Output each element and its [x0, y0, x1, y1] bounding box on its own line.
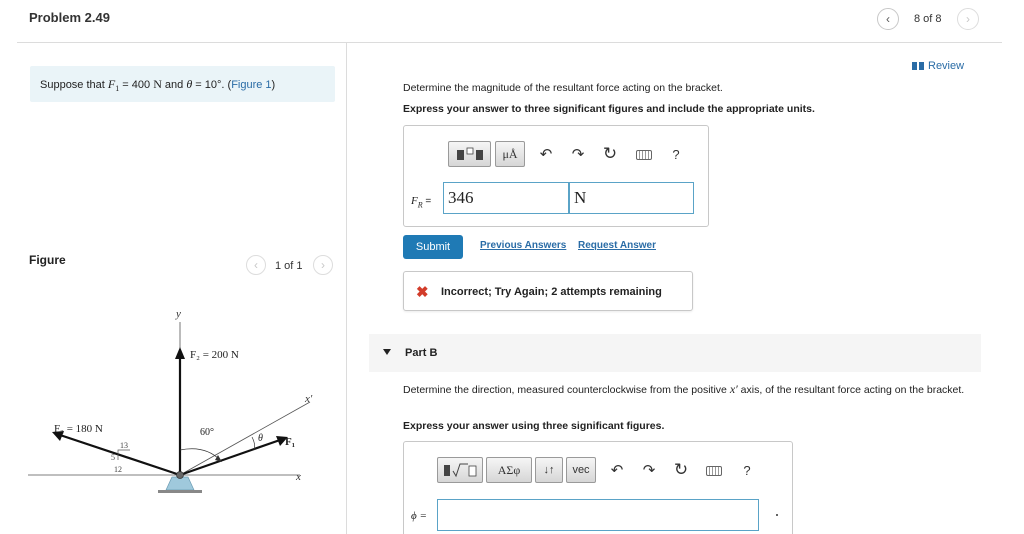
chevron-right-icon: › — [966, 12, 970, 26]
part-b-title: Part B — [405, 347, 438, 359]
f2-arrowhead — [175, 347, 185, 359]
f3-label: F₃ = 180 N — [54, 423, 103, 435]
chevron-left-icon: ‹ — [886, 12, 890, 26]
fr-label-symbol: F — [411, 195, 418, 207]
fr-value-input[interactable]: 346 — [443, 182, 569, 214]
undo-icon[interactable]: ↶ — [538, 146, 554, 163]
pin-joint — [176, 471, 184, 479]
fr-label-equals: = — [422, 196, 432, 207]
part-b-question-post: axis, of the resultant force acting on t… — [737, 384, 965, 396]
figure-link[interactable]: Figure 1 — [231, 79, 271, 91]
undo-icon[interactable]: ↶ — [609, 462, 625, 479]
part-a-instruction: Express your answer to three significant… — [403, 103, 815, 115]
previous-problem-button[interactable]: ‹ — [877, 8, 899, 30]
f1-arrow-shaft — [179, 438, 281, 477]
chevron-right-icon: › — [321, 258, 325, 272]
f2-label: F₂ = 200 N — [190, 349, 239, 361]
x-mark-icon: ✖ — [416, 284, 429, 301]
chevron-left-icon: ‹ — [254, 258, 258, 272]
problem-statement: Suppose that F1 = 400 N and θ = 10°. (Fi… — [30, 66, 335, 102]
fr-units-input[interactable]: N — [569, 182, 694, 214]
problem-page-count: 8 of 8 — [914, 13, 942, 25]
x-axis-label: x — [295, 471, 301, 483]
part-b-question: Determine the direction, measured counte… — [403, 383, 973, 397]
statement-text: Suppose that F1 = 400 N and θ = 10°. (Fi… — [40, 77, 275, 93]
f1-unit: N — [153, 77, 162, 91]
figure-count: 1 of 1 — [275, 260, 303, 272]
figure-next-button[interactable]: › — [313, 255, 333, 275]
statement-suffix: ) — [271, 79, 276, 91]
figure-previous-button[interactable]: ‹ — [246, 255, 266, 275]
redo-icon[interactable]: ↷ — [641, 462, 657, 479]
theta-arc — [251, 436, 256, 451]
input-marker — [776, 514, 778, 516]
statement-prefix: Suppose that — [40, 79, 108, 91]
angle-60-label: 60° — [200, 427, 214, 438]
part-a-question: Determine the magnitude of the resultant… — [403, 82, 723, 94]
triangle-13-label: 13 — [120, 441, 128, 450]
bracket-base — [158, 490, 202, 493]
review-label: Review — [928, 60, 965, 72]
review-icon — [912, 62, 924, 70]
statement-and: and — [161, 79, 187, 91]
reset-icon[interactable]: ↻ — [673, 460, 689, 479]
figure-label: Figure — [29, 253, 66, 267]
keyboard-icon[interactable] — [706, 466, 722, 476]
f1-label: F₁ — [285, 436, 295, 448]
force-diagram: y x x′ F₂ = 200 N F₃ = 180 N F₁ 60° θ 13… — [28, 308, 313, 493]
templates-button[interactable] — [448, 141, 491, 167]
theta-value: = 10°. ( — [192, 79, 232, 91]
header-divider — [17, 42, 1002, 43]
redo-icon[interactable]: ↷ — [570, 146, 586, 163]
y-axis-label: y — [175, 308, 181, 320]
column-divider — [346, 43, 347, 534]
angle-60-arc — [179, 448, 221, 461]
templates-button[interactable] — [437, 457, 483, 483]
chevron-down-icon — [383, 349, 391, 355]
part-b-instruction: Express your answer using three signific… — [403, 420, 665, 432]
submit-button[interactable]: Submit — [403, 235, 463, 259]
fr-label: FR = — [411, 193, 431, 209]
next-problem-button[interactable]: › — [957, 8, 979, 30]
theta-label: θ — [258, 433, 263, 444]
phi-label: ϕ = — [411, 510, 427, 522]
angle-60-arrowhead — [215, 455, 222, 462]
x-prime-axis-label: x′ — [304, 393, 313, 405]
feedback-text: Incorrect; Try Again; 2 attempts remaini… — [441, 286, 662, 298]
units-button[interactable]: μÅ — [495, 141, 525, 167]
help-button[interactable]: ? — [669, 146, 683, 162]
help-button[interactable]: ? — [740, 462, 754, 478]
review-link[interactable]: Review — [912, 60, 964, 72]
triangle-12-label: 12 — [114, 465, 122, 474]
greek-symbols-button[interactable]: AΣφ — [486, 457, 532, 483]
bracket-shape — [165, 476, 195, 491]
request-answer-link[interactable]: Request Answer — [578, 240, 656, 251]
part-b-question-var: x′ — [729, 382, 738, 396]
f1-value: = 400 — [119, 79, 154, 91]
problem-title: Problem 2.49 — [29, 10, 110, 25]
feedback-box: ✖ Incorrect; Try Again; 2 attempts remai… — [403, 271, 693, 311]
previous-answers-link[interactable]: Previous Answers — [480, 240, 566, 251]
part-b-header[interactable]: Part B — [369, 334, 981, 372]
reset-icon[interactable]: ↻ — [602, 144, 618, 163]
phi-input[interactable] — [437, 499, 759, 531]
part-b-question-pre: Determine the direction, measured counte… — [403, 384, 730, 396]
arrows-button[interactable]: ↓↑ — [535, 457, 563, 483]
templates-icon — [444, 463, 477, 478]
templates-icon — [456, 147, 483, 160]
keyboard-icon[interactable] — [636, 150, 652, 160]
triangle-5-label: 5 — [111, 453, 115, 462]
vec-button[interactable]: vec — [566, 457, 596, 483]
